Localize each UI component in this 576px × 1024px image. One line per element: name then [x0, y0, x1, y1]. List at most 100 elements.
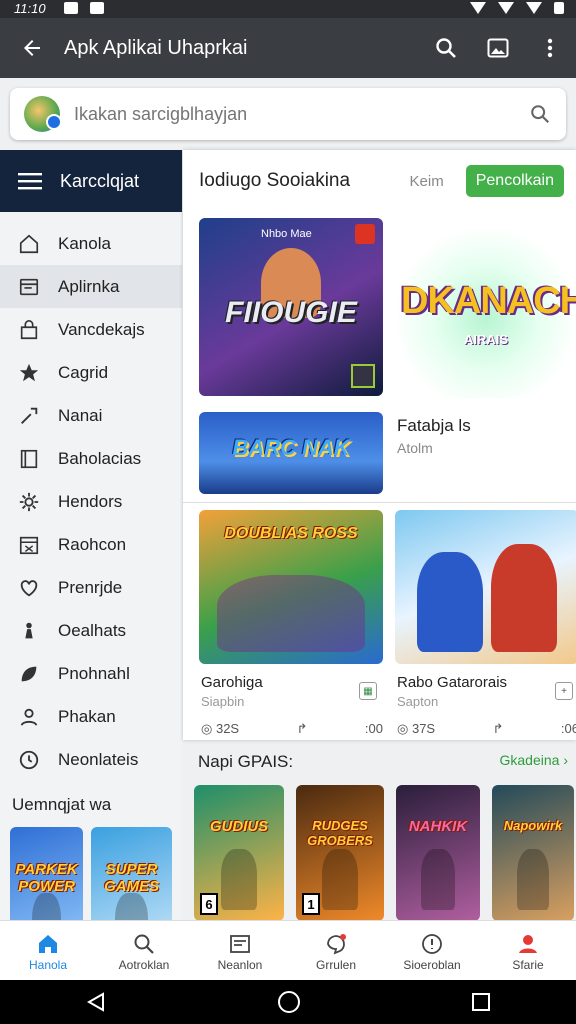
sidebar-item[interactable]: Aplirnka: [0, 265, 182, 308]
game-tile[interactable]: GUDIUS 6: [194, 785, 284, 921]
panel-title: Iodiugo Sooiakina: [199, 170, 351, 191]
game-tile[interactable]: Napowirk: [492, 785, 574, 921]
star-icon: [19, 363, 39, 381]
game-tile-title: Napowirk: [503, 817, 563, 833]
sidebar-item[interactable]: Baholacias: [0, 437, 182, 480]
share-icon[interactable]: ↱: [297, 721, 308, 737]
bottom-nav-item[interactable]: Neanlon: [192, 921, 288, 980]
back-button[interactable]: [0, 18, 64, 78]
sidebar-item[interactable]: Raohcon: [0, 523, 182, 566]
add-icon[interactable]: +: [555, 682, 573, 700]
profile-icon: [519, 934, 537, 953]
more-options-button[interactable]: [524, 18, 576, 78]
featured-game-banner[interactable]: BARC NAK: [199, 412, 383, 494]
home-nav-icon[interactable]: [277, 990, 301, 1014]
featured-game-art[interactable]: Nhbo Mae FIIOUGIE: [199, 218, 383, 396]
sword-icon: [21, 407, 38, 424]
sidebar-item-label: Cagrid: [58, 362, 109, 382]
featured2-subtitle: Atolm: [397, 440, 433, 456]
arrow-left-icon: [24, 40, 40, 56]
game-tile-title: SUPER GAMES: [104, 860, 160, 895]
sidebar-header[interactable]: Karcclqjat: [0, 150, 182, 212]
search-button[interactable]: [420, 18, 472, 78]
sidebar-item-label: Neonlateis: [58, 749, 139, 769]
battery-icon: [554, 2, 564, 14]
sidebar-item-label: Nanai: [58, 405, 103, 425]
sidebar-item-label: Baholacias: [58, 448, 142, 468]
sidebar-item[interactable]: Prenrjde: [0, 566, 182, 609]
game-card-time: :00: [364, 721, 383, 736]
bottom-nav-item[interactable]: Sfarie: [480, 921, 576, 980]
search-input[interactable]: [74, 103, 514, 125]
game-card[interactable]: DOUBLIAS ROSS Garohiga Siapbin ◎ 32S ↱ :…: [199, 510, 383, 737]
featured-logo-art[interactable]: DKANACH AIRAIS: [397, 220, 576, 398]
gear-icon: [19, 492, 39, 511]
featured2-title: Fatabja ls: [397, 416, 471, 435]
image-button[interactable]: [472, 18, 524, 78]
search-bar: [10, 88, 566, 140]
featured-art-title: FIIOUGIE: [225, 296, 357, 330]
app-title: Apk Aplikai Uhaprkai: [64, 36, 248, 59]
sidebar-item-label: Kanola: [58, 233, 111, 253]
sidebar-item-label: Hendors: [58, 491, 123, 511]
bottom-nav-label: Grrulen: [315, 957, 356, 972]
bottom-nav-item[interactable]: Sioeroblan: [384, 921, 480, 980]
heart-icon: [20, 579, 38, 596]
menu-icon: [18, 173, 42, 190]
sidebar-item[interactable]: Cagrid: [0, 351, 182, 394]
bottom-nav-item[interactable]: Hanola: [0, 921, 96, 980]
sidebar: Karcclqjat Kanola Aplirnka Vancdekajs Ca…: [0, 150, 182, 967]
game-tile[interactable]: RUDGES GROBERS 1: [296, 785, 384, 921]
share-icon[interactable]: ↱: [493, 721, 504, 737]
search-icon: [436, 38, 456, 58]
card-art-title: DOUBLIAS ROSS: [224, 525, 358, 543]
sidebar-section-title: Uemnqjat wa: [12, 795, 112, 814]
chevron-right-icon: ›: [563, 752, 568, 768]
rating-icon: ◎: [397, 721, 412, 736]
sidebar-item-label: Raohcon: [58, 534, 127, 554]
signal-icon: [498, 2, 514, 14]
sidebar-item[interactable]: Nanai: [0, 394, 182, 437]
more-vert-icon: [547, 38, 553, 58]
see-more-label: Gkadeina: [499, 752, 560, 768]
game-tile-title: NAHKIK: [408, 817, 468, 835]
back-nav-icon[interactable]: [85, 991, 107, 1013]
banner-title: BARC NAK: [232, 434, 350, 460]
search-submit-button[interactable]: [514, 103, 566, 125]
sidebar-item[interactable]: Kanola: [0, 222, 182, 265]
rating-icon: ◎: [201, 721, 216, 736]
panel-action-button[interactable]: Pencolkain: [465, 165, 564, 197]
featured-panel: Iodiugo Sooiakina Keim Pencolkain Nhbo M…: [183, 150, 576, 740]
recents-nav-icon[interactable]: [471, 992, 491, 1012]
bottom-nav-item[interactable]: Aotroklan: [96, 921, 192, 980]
age-rating-badge: 1: [302, 893, 320, 915]
system-nav-bar: [0, 980, 576, 1024]
avatar[interactable]: [24, 96, 62, 132]
sidebar-header-label: Karcclqjat: [60, 170, 140, 191]
game-card[interactable]: Rabo Gatarorais Sapton ◎ 37S ↱ :06 +: [395, 510, 576, 737]
bottom-nav-label: Neanlon: [217, 957, 263, 972]
bottom-nav-label: Sfarie: [512, 957, 544, 972]
panel-link[interactable]: Keim: [410, 173, 444, 190]
news-icon: [230, 934, 250, 953]
search-icon: [531, 105, 550, 124]
sidebar-item[interactable]: Vancdekajs: [0, 308, 182, 351]
bottom-nav-item[interactable]: Grrulen: [288, 921, 384, 980]
game-card-time: :06: [560, 721, 576, 736]
sidebar-item[interactable]: Pnohnahl: [0, 652, 182, 695]
corner-logo-icon: [351, 364, 375, 388]
sidebar-item[interactable]: Neonlateis: [0, 738, 182, 781]
game-card-name: Garohiga: [201, 674, 263, 691]
sidebar-item[interactable]: Hendors: [0, 480, 182, 523]
clock-icon: [19, 750, 39, 769]
sidebar-item-label: Aplirnka: [58, 276, 120, 296]
game-tile[interactable]: NAHKIK: [396, 785, 480, 921]
bottom-nav-label: Hanola: [28, 957, 68, 972]
status-bar: 11:10: [0, 0, 576, 18]
notification-icon: [64, 2, 78, 14]
category-icon: ▦: [359, 682, 377, 700]
sidebar-item[interactable]: Oealhats: [0, 609, 182, 652]
game-card-name: Rabo Gatarorais: [397, 674, 508, 691]
sidebar-item[interactable]: Phakan: [0, 695, 182, 738]
see-more-link[interactable]: Gkadeina ›: [500, 752, 569, 772]
